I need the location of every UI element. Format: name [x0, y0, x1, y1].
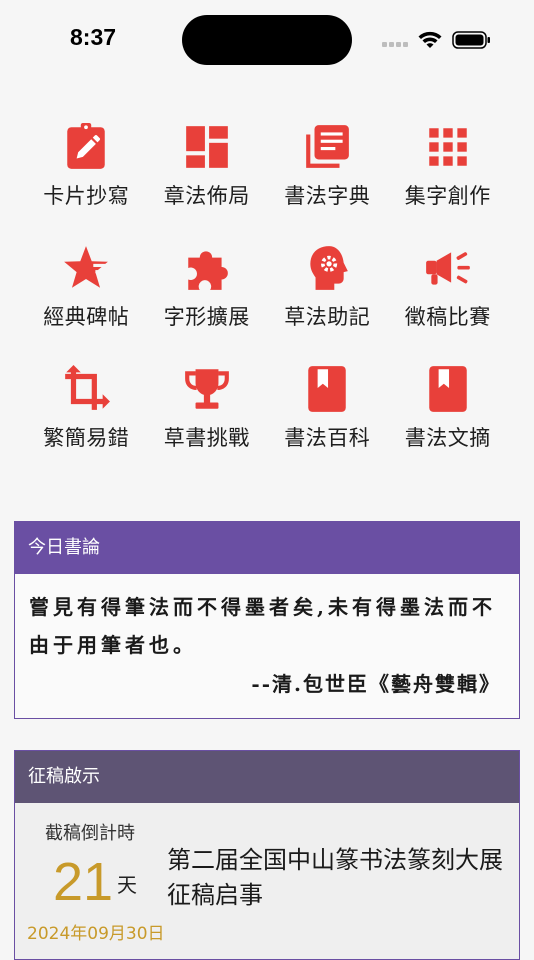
signal-icon: [382, 42, 408, 47]
contest-card[interactable]: 征稿啟示 截稿倒計時 21 天 2024年09月30日 第二届全国中山篆书法篆刻…: [14, 750, 520, 960]
bookmark-icon: [421, 362, 475, 416]
grid-item-classic[interactable]: 經典碑帖: [26, 241, 147, 362]
grid-item-label: 章法佈局: [163, 184, 250, 208]
feature-grid: 卡片抄寫 章法佈局 書法字典 集字創作 經典碑帖 字形擴展 草法助記 徵稿比賽 …: [26, 120, 508, 483]
grid-item-cursive-memo[interactable]: 草法助記: [267, 241, 388, 362]
grid-item-glyph-extend[interactable]: 字形擴展: [147, 241, 268, 362]
countdown-label: 截稿倒計時: [45, 823, 135, 844]
grid-item-label: 經典碑帖: [43, 305, 130, 329]
grid-item-simplified-errors[interactable]: 繁簡易錯: [26, 362, 147, 483]
dynamic-island: [182, 15, 352, 65]
grid-item-label: 書法字典: [284, 184, 371, 208]
daily-quote-header: 今日書論: [15, 522, 519, 574]
status-icons: [382, 28, 492, 52]
grid-item-label: 草書挑戰: [163, 426, 250, 450]
library-icon: [300, 120, 354, 174]
grid-item-label: 卡片抄寫: [43, 184, 130, 208]
trophy-icon: [180, 362, 234, 416]
grid-item-encyclopedia[interactable]: 書法百科: [267, 362, 388, 483]
layout-icon: [180, 120, 234, 174]
megaphone-icon: [421, 241, 475, 295]
grid-item-cursive-challenge[interactable]: 草書挑戰: [147, 362, 268, 483]
grid-item-label: 集字創作: [404, 184, 491, 208]
grid-item-label: 書法文摘: [404, 426, 491, 450]
card-edit-icon: [59, 120, 113, 174]
status-bar: 8:37: [0, 0, 534, 80]
crop-icon: [59, 362, 113, 416]
puzzle-icon: [180, 241, 234, 295]
grid-item-dictionary[interactable]: 書法字典: [267, 120, 388, 241]
grid-item-label: 繁簡易錯: [43, 426, 130, 450]
deadline-date: 2024年09月30日: [27, 924, 165, 944]
countdown-unit: 天: [117, 873, 137, 897]
grid-item-card-copy[interactable]: 卡片抄寫: [26, 120, 147, 241]
daily-quote-card[interactable]: 今日書論 嘗見有得筆法而不得墨者矣,未有得墨法而不由于用筆者也。 --清.包世臣…: [14, 521, 520, 719]
star-icon: [59, 241, 113, 295]
quote-source: --清.包世臣《藝舟雙輯》: [251, 672, 501, 696]
status-time: 8:37: [70, 24, 117, 50]
battery-icon: [452, 31, 490, 49]
grid-item-contest[interactable]: 徵稿比賽: [388, 241, 509, 362]
brain-gear-icon: [300, 241, 354, 295]
contest-title[interactable]: 第二届全国中山篆书法篆刻大展征稿启事: [167, 843, 517, 913]
quote-text: 嘗見有得筆法而不得墨者矣,未有得墨法而不由于用筆者也。: [29, 595, 496, 657]
grid-item-layout[interactable]: 章法佈局: [147, 120, 268, 241]
grid-dots-icon: [421, 120, 475, 174]
grid-item-label: 字形擴展: [163, 305, 250, 329]
countdown-days: 21: [53, 852, 114, 912]
grid-item-digest[interactable]: 書法文摘: [388, 362, 509, 483]
grid-item-label: 徵稿比賽: [404, 305, 491, 329]
grid-item-label: 書法百科: [284, 426, 371, 450]
bookmark-icon: [300, 362, 354, 416]
grid-item-label: 草法助記: [284, 305, 371, 329]
wifi-icon: [418, 31, 442, 48]
grid-item-collect[interactable]: 集字創作: [388, 120, 509, 241]
contest-header: 征稿啟示: [15, 751, 519, 803]
